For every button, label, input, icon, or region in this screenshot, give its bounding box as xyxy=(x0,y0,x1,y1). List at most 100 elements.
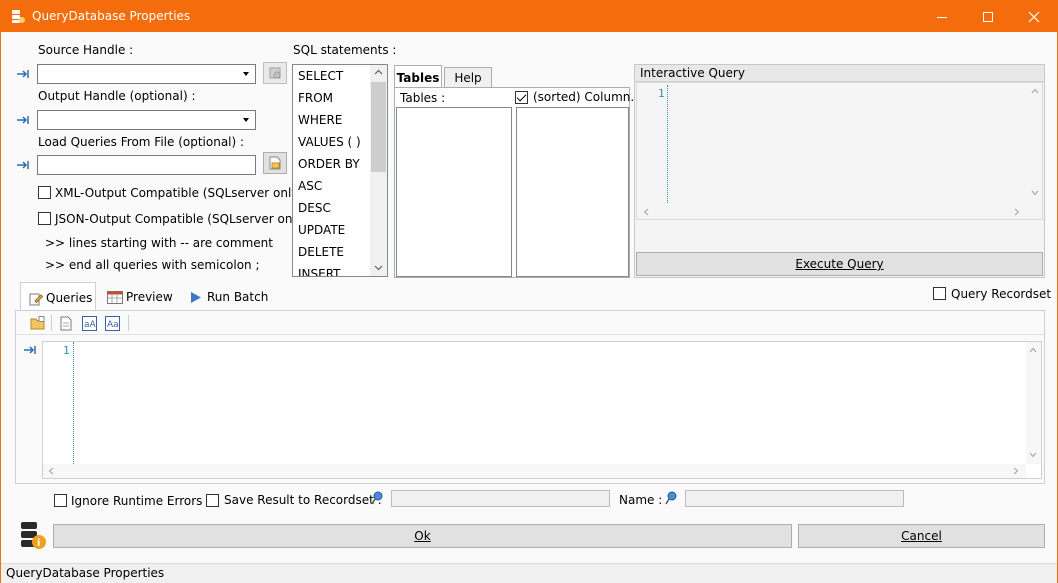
editor-horizontal-scrollbar[interactable] xyxy=(43,464,1026,478)
toolbar-separator xyxy=(128,315,129,331)
tab-preview[interactable]: Preview xyxy=(101,282,179,311)
xml-output-label: XML-Output Compatible (SQLserver only) xyxy=(55,186,304,200)
sql-keyword-item[interactable]: ASC xyxy=(298,179,322,193)
execute-query-label: Execute Query xyxy=(795,257,884,271)
json-output-label: JSON-Output Compatible (SQLserver only) xyxy=(55,212,308,226)
browse-file-button[interactable] xyxy=(263,152,287,174)
scroll-right-icon[interactable] xyxy=(1014,208,1020,216)
title-bar: QueryDatabase Properties xyxy=(1,1,1057,32)
name-label: Name : xyxy=(619,493,663,507)
line-number: 1 xyxy=(63,344,70,357)
source-handle-label: Source Handle : xyxy=(38,43,134,57)
minimize-icon xyxy=(937,16,947,18)
sql-statements-label: SQL statements : xyxy=(293,43,397,57)
settings-icon xyxy=(269,67,281,79)
database-info-icon: i xyxy=(21,522,46,549)
source-handle-combo[interactable] xyxy=(37,64,256,84)
queries-toolbar: aA Aa xyxy=(16,311,1044,335)
load-queries-label: Load Queries From File (optional) : xyxy=(38,135,245,149)
scroll-up-icon[interactable] xyxy=(1031,88,1039,94)
scroll-up-icon xyxy=(1029,347,1037,353)
scroll-down-icon xyxy=(374,265,383,271)
scroll-left-icon xyxy=(48,467,54,475)
name-input[interactable] xyxy=(685,490,904,507)
tab-queries-label: Queries xyxy=(46,291,93,305)
sql-keyword-item[interactable]: VALUES ( ) xyxy=(298,135,361,149)
sql-keywords-list[interactable]: SELECT FROM WHERE VALUES ( ) ORDER BY AS… xyxy=(292,64,388,277)
gutter-line xyxy=(667,85,668,203)
load-queries-file-input[interactable] xyxy=(37,155,256,175)
pin-icon[interactable] xyxy=(371,491,384,505)
open-file-icon xyxy=(269,156,281,170)
app-icon xyxy=(12,10,25,23)
tables-list[interactable] xyxy=(396,107,512,277)
scroll-right-icon xyxy=(1013,467,1019,475)
scroll-left-icon[interactable] xyxy=(643,208,649,216)
maximize-icon xyxy=(983,11,993,22)
ok-button[interactable]: Ok xyxy=(53,524,792,548)
lowercase-icon[interactable]: aA xyxy=(82,316,97,331)
sorted-columns-label: (sorted) Column... xyxy=(533,90,642,104)
close-icon xyxy=(1028,11,1040,22)
scrollbar-thumb[interactable] xyxy=(371,82,386,172)
recordset-name-input[interactable] xyxy=(391,490,610,507)
output-handle-label: Output Handle (optional) : xyxy=(38,89,196,103)
cancel-button[interactable]: Cancel xyxy=(798,524,1045,548)
sql-keyword-item[interactable]: UPDATE xyxy=(298,223,345,237)
dialog-window: QueryDatabase Properties Source Handle :… xyxy=(0,0,1058,583)
sql-keyword-item[interactable]: WHERE xyxy=(298,113,342,127)
tab-tables[interactable]: Tables xyxy=(394,65,442,89)
query-editor[interactable]: 1 xyxy=(42,341,1042,479)
sql-keyword-item[interactable]: ORDER BY xyxy=(298,157,360,171)
schema-panel: Tables : (sorted) Column... xyxy=(394,87,642,278)
query-recordset-checkbox[interactable] xyxy=(933,287,946,300)
sql-keyword-item[interactable]: DELETE xyxy=(298,245,344,259)
save-result-label: Save Result to Recordset : xyxy=(224,493,382,507)
open-folder-icon[interactable] xyxy=(30,316,46,330)
interactive-query-header: Interactive Query xyxy=(635,65,1044,82)
sql-keyword-item[interactable]: FROM xyxy=(298,91,333,105)
svg-text:aA: aA xyxy=(84,320,97,330)
maximize-button[interactable] xyxy=(965,1,1011,32)
scroll-down-icon[interactable] xyxy=(1031,190,1039,196)
sql-keyword-item[interactable]: SELECT xyxy=(298,69,343,83)
ignore-errors-label: Ignore Runtime Errors xyxy=(71,494,203,508)
interactive-query-group: Interactive Query 1 Execute Query xyxy=(634,64,1045,278)
ignore-errors-checkbox[interactable] xyxy=(54,494,67,507)
sorted-columns-checkbox[interactable] xyxy=(515,91,528,104)
interactive-query-editor[interactable]: 1 xyxy=(636,82,1043,220)
uppercase-icon[interactable]: Aa xyxy=(105,316,120,331)
new-document-icon[interactable] xyxy=(60,316,72,331)
minimize-button[interactable] xyxy=(919,1,965,32)
editor-vertical-scrollbar[interactable] xyxy=(1026,342,1041,464)
cancel-label: Cancel xyxy=(901,529,942,543)
sql-list-scrollbar[interactable] xyxy=(370,65,387,276)
xml-output-checkbox[interactable] xyxy=(38,186,51,199)
close-button[interactable] xyxy=(1011,1,1057,32)
scroll-up-icon xyxy=(374,69,383,75)
tab-help[interactable]: Help xyxy=(444,67,492,88)
pin-icon[interactable] xyxy=(665,491,678,505)
tab-run-batch-label: Run Batch xyxy=(207,290,269,304)
chevron-down-icon xyxy=(243,72,249,76)
save-result-checkbox[interactable] xyxy=(206,494,219,507)
tab-queries[interactable]: Queries xyxy=(20,282,96,311)
queries-panel: aA Aa 1 xyxy=(15,310,1045,484)
chevron-down-icon xyxy=(243,118,249,122)
toolbar-separator xyxy=(51,315,52,331)
gutter-line xyxy=(73,342,74,464)
columns-list[interactable] xyxy=(516,107,629,277)
handle-arrow-icon xyxy=(17,70,29,78)
sql-keyword-item[interactable]: DESC xyxy=(298,201,331,215)
json-output-checkbox[interactable] xyxy=(38,212,51,225)
source-handle-settings-button[interactable] xyxy=(263,62,287,84)
handle-arrow-icon xyxy=(17,116,29,124)
note-comment: >> lines starting with -- are comment xyxy=(45,236,273,250)
sql-keyword-item[interactable]: INSERT xyxy=(298,267,341,276)
svg-text:Aa: Aa xyxy=(107,320,119,330)
execute-query-button[interactable]: Execute Query xyxy=(636,252,1043,276)
output-handle-combo[interactable] xyxy=(37,110,256,130)
tab-run-batch[interactable]: Run Batch xyxy=(184,282,268,311)
preview-icon xyxy=(107,291,123,304)
window-title: QueryDatabase Properties xyxy=(32,9,191,23)
